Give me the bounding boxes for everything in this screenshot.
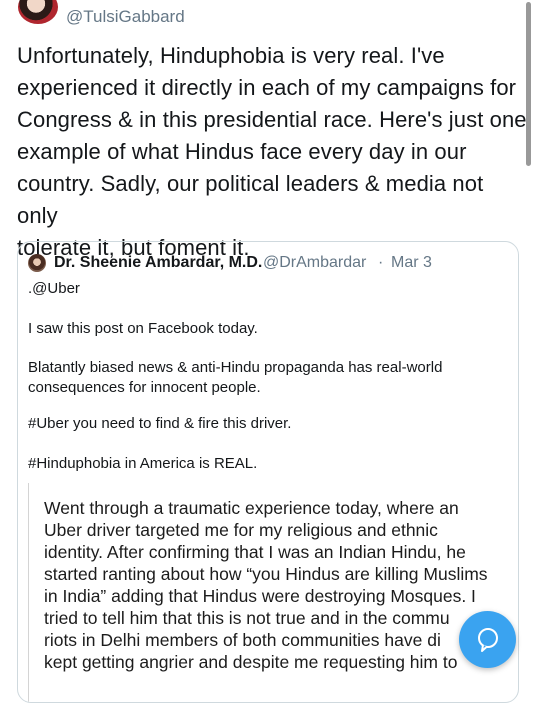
quoted-line-hashtag[interactable]: #Uber you need to find & fire this drive…: [28, 414, 498, 434]
tweet-header: @TulsiGabbard: [18, 0, 518, 30]
author-avatar[interactable]: [18, 0, 58, 24]
quoted-tweet[interactable]: Dr. Sheenie Ambardar, M.D. @DrAmbardar ·…: [17, 241, 519, 703]
quoted-line: consequences for innocent people.: [28, 379, 261, 396]
quoted-line-mention[interactable]: .@Uber: [28, 279, 498, 299]
quoted-author-handle[interactable]: @DrAmbardar: [263, 254, 366, 272]
embedded-post-screenshot: Went through a traumatic experience toda…: [28, 483, 509, 702]
quoted-tweet-date[interactable]: Mar 3: [391, 254, 432, 272]
quoted-line: I saw this post on Facebook today.: [28, 320, 258, 337]
author-handle[interactable]: @TulsiGabbard: [66, 7, 185, 27]
embedded-post-text: Went through a traumatic experience toda…: [44, 498, 488, 672]
quoted-author-name[interactable]: Dr. Sheenie Ambardar, M.D.: [54, 254, 262, 272]
quoted-author-avatar[interactable]: [28, 254, 46, 272]
quoted-line-hashtag[interactable]: #Hinduphobia in America is REAL.: [28, 454, 498, 474]
floating-chat-button[interactable]: [459, 611, 516, 668]
tweet-text: Unfortunately, Hinduphobia is very real.…: [17, 43, 527, 260]
chat-bubble-icon: [477, 627, 498, 652]
separator-dot: ·: [378, 254, 384, 271]
quoted-line: Blatantly biased news & anti-Hindu propa…: [28, 359, 443, 376]
quoted-tweet-header: Dr. Sheenie Ambardar, M.D. @DrAmbardar ·…: [28, 254, 508, 274]
